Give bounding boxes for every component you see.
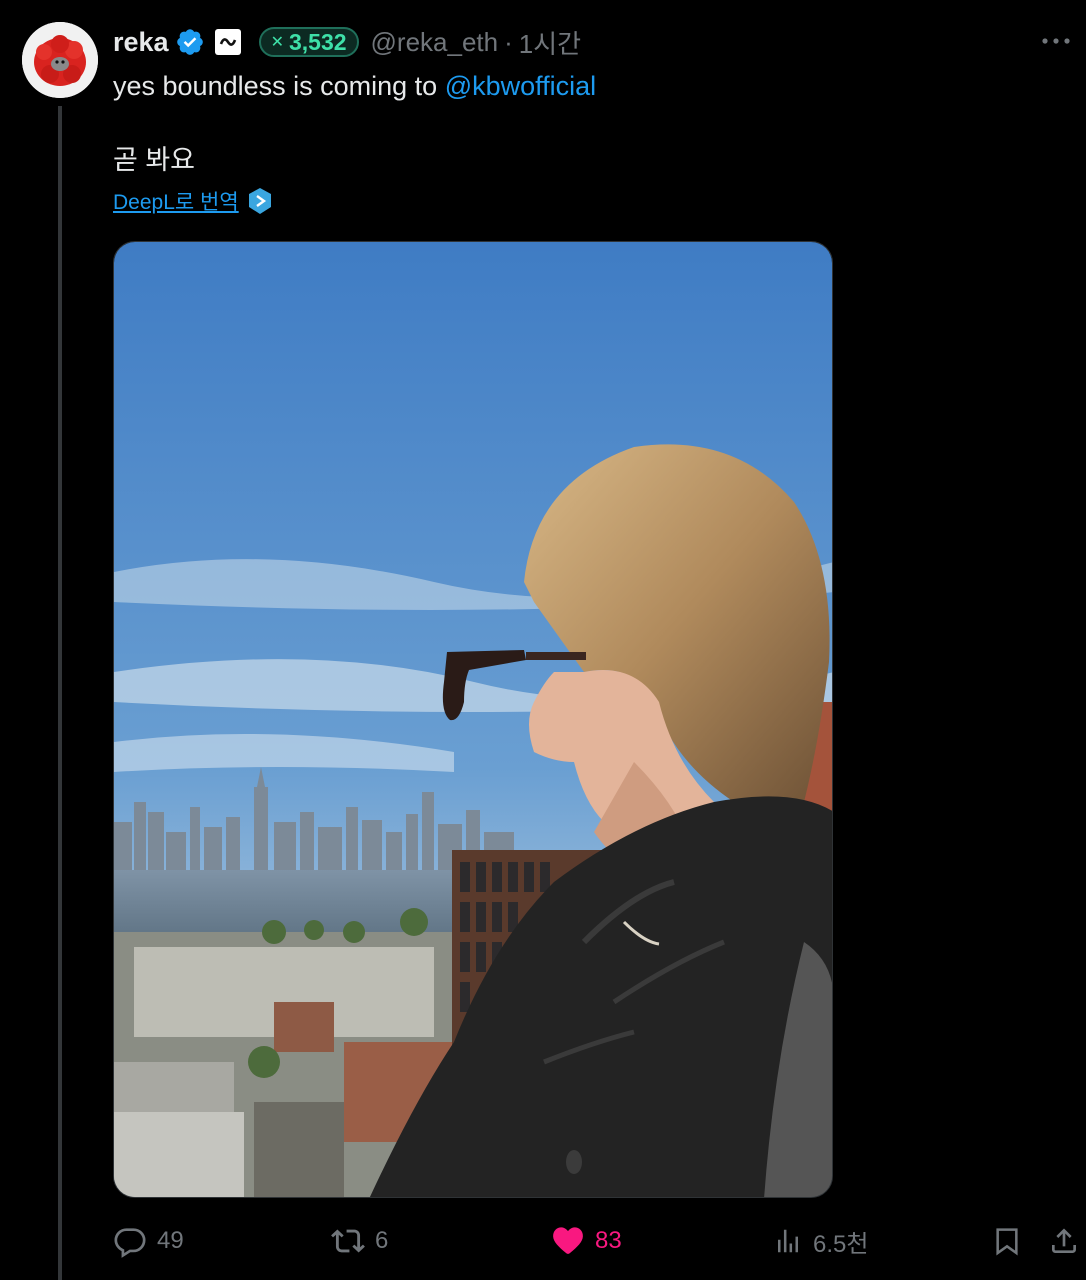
post-text-prefix: yes boundless is coming to bbox=[113, 71, 445, 101]
translate-link[interactable]: DeepL로 번역 bbox=[113, 186, 273, 216]
repost-count: 6 bbox=[375, 1227, 389, 1254]
views-icon bbox=[773, 1226, 803, 1256]
more-icon[interactable] bbox=[1036, 26, 1076, 56]
reply-count: 49 bbox=[157, 1227, 184, 1254]
repost-icon bbox=[331, 1224, 365, 1258]
like-button[interactable]: 83 bbox=[551, 1218, 622, 1264]
translate-label: DeepL로 번역 bbox=[113, 191, 239, 214]
x-icon: ✕ bbox=[270, 34, 284, 51]
post-header: reka ✕ 3,532 @reka_eth · 1시간 bbox=[113, 24, 581, 60]
repost-button[interactable]: 6 bbox=[331, 1218, 388, 1264]
author-handle[interactable]: @reka_eth bbox=[371, 27, 499, 58]
score-badge[interactable]: ✕ 3,532 bbox=[258, 27, 359, 57]
verified-badge-icon bbox=[175, 27, 205, 57]
separator-dot: · bbox=[504, 26, 513, 57]
post-text-line-2: 곧 봐요 bbox=[113, 145, 196, 175]
like-count: 83 bbox=[595, 1227, 622, 1254]
share-button[interactable] bbox=[1048, 1218, 1086, 1264]
timestamp[interactable]: 1시간 bbox=[519, 24, 581, 61]
views-button[interactable]: 6.5천 bbox=[773, 1218, 868, 1264]
avatar[interactable] bbox=[22, 22, 98, 98]
share-icon bbox=[1048, 1225, 1080, 1257]
post-text-line-1: yes boundless is coming to @kbwofficial bbox=[113, 66, 1013, 106]
deepl-icon bbox=[247, 187, 273, 215]
post-image[interactable] bbox=[113, 241, 833, 1198]
reply-icon bbox=[113, 1224, 147, 1258]
bookmark-button[interactable] bbox=[991, 1218, 1033, 1264]
thread-line bbox=[58, 106, 62, 1280]
views-count: 6.5천 bbox=[813, 1230, 869, 1258]
action-bar: 49 6 83 6.5천 bbox=[113, 1218, 1086, 1264]
affiliate-badge-icon[interactable] bbox=[214, 29, 241, 55]
display-name[interactable]: reka bbox=[113, 27, 169, 58]
bookmark-icon bbox=[991, 1225, 1023, 1257]
mention-link[interactable]: @kbwofficial bbox=[445, 71, 596, 101]
post-text: yes boundless is coming to @kbwofficial … bbox=[113, 66, 1013, 180]
heart-icon bbox=[551, 1224, 585, 1258]
reply-button[interactable]: 49 bbox=[113, 1218, 184, 1264]
score-value: 3,532 bbox=[288, 28, 347, 55]
